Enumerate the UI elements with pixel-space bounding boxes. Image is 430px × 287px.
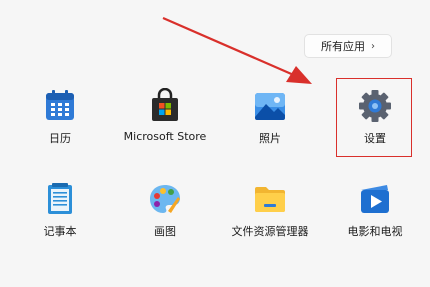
app-label: 电影和电视 (347, 225, 403, 238)
app-file-explorer[interactable]: 文件资源管理器 (215, 175, 325, 253)
app-microsoft-store[interactable]: Microsoft Store (110, 82, 220, 160)
app-label: 照片 (259, 132, 281, 145)
app-movies-tv[interactable]: 电影和电视 (320, 175, 430, 253)
app-label: 文件资源管理器 (231, 225, 309, 238)
store-icon (152, 88, 178, 121)
app-label: 记事本 (43, 225, 77, 238)
app-label: Microsoft Store (123, 130, 207, 143)
app-label: 日历 (49, 132, 71, 145)
settings-highlight-box (336, 78, 412, 157)
app-notepad[interactable]: 记事本 (5, 175, 115, 253)
movies-icon (361, 185, 389, 213)
calendar-icon (46, 90, 74, 120)
all-apps-button[interactable]: 所有应用 › (304, 34, 392, 58)
app-label: 画图 (154, 225, 176, 238)
all-apps-label: 所有应用 (321, 40, 365, 53)
chevron-right-icon: › (371, 40, 375, 52)
folder-icon (255, 187, 285, 212)
app-calendar[interactable]: 日历 (5, 82, 115, 160)
app-photos[interactable]: 照片 (215, 82, 325, 160)
photos-icon (255, 93, 285, 120)
app-paint[interactable]: 画图 (110, 175, 220, 253)
paint-icon (150, 185, 180, 213)
notepad-icon (48, 183, 72, 214)
